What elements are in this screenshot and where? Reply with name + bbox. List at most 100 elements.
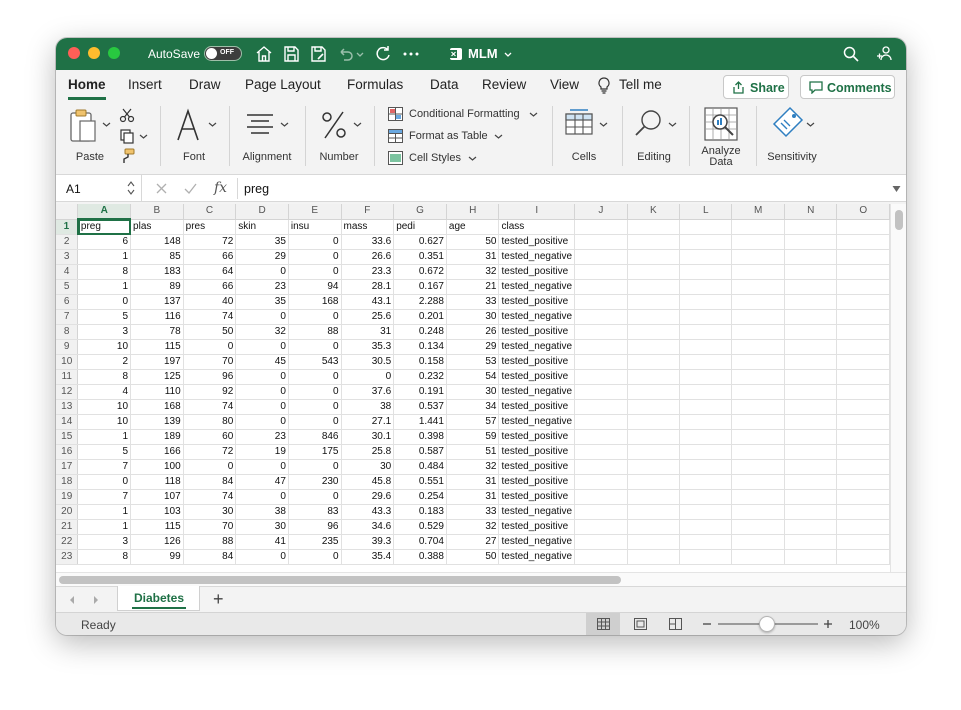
cell[interactable]: 88 <box>183 534 237 550</box>
cell[interactable]: 30 <box>341 459 395 475</box>
cell[interactable] <box>731 489 785 505</box>
cell[interactable] <box>679 339 733 355</box>
cell[interactable]: 0 <box>341 369 395 385</box>
cell[interactable]: 1 <box>77 519 132 535</box>
row-header[interactable]: 14 <box>56 414 79 430</box>
cell[interactable]: 30.5 <box>341 354 395 370</box>
cell[interactable]: 89 <box>130 279 184 295</box>
cell[interactable] <box>627 264 681 280</box>
cell[interactable] <box>679 309 733 325</box>
row-header[interactable]: 5 <box>56 279 79 295</box>
sensitivity-icon[interactable] <box>772 106 804 140</box>
cell[interactable]: 0.388 <box>393 549 447 565</box>
cell[interactable]: 38 <box>341 399 395 415</box>
cell[interactable]: 118 <box>130 474 184 490</box>
cell[interactable]: 32 <box>446 264 500 280</box>
row-header[interactable]: 20 <box>56 504 79 520</box>
cell[interactable]: 31 <box>446 249 500 265</box>
close-window-button[interactable] <box>68 47 80 59</box>
cell[interactable]: tested_negative <box>498 309 576 325</box>
cell[interactable]: 1.441 <box>393 414 447 430</box>
cell[interactable]: tested_positive <box>498 294 576 310</box>
cell[interactable]: 72 <box>183 234 237 250</box>
cell[interactable]: 30 <box>446 309 500 325</box>
cell[interactable] <box>679 504 733 520</box>
editing-dropdown-icon[interactable] <box>668 120 677 129</box>
cell[interactable]: 0 <box>288 234 342 250</box>
cell[interactable]: 0.537 <box>393 399 447 415</box>
cancel-entry-icon[interactable] <box>156 183 167 194</box>
font-dropdown-icon[interactable] <box>208 120 217 129</box>
cell[interactable]: 51 <box>446 444 500 460</box>
cell[interactable]: 74 <box>183 309 237 325</box>
cell[interactable]: tested_positive <box>498 324 576 340</box>
column-header-l[interactable]: L <box>679 204 733 220</box>
cell[interactable] <box>679 249 733 265</box>
cell[interactable] <box>574 459 628 475</box>
cell[interactable]: 115 <box>130 519 184 535</box>
cell[interactable] <box>627 294 681 310</box>
cell[interactable] <box>679 429 733 445</box>
cell[interactable]: 0 <box>235 399 289 415</box>
cell[interactable]: 74 <box>183 399 237 415</box>
cell[interactable] <box>627 399 681 415</box>
cell[interactable]: 34.6 <box>341 519 395 535</box>
cell[interactable]: 5 <box>77 444 132 460</box>
cell[interactable] <box>836 324 890 340</box>
cell[interactable]: 0.167 <box>393 279 447 295</box>
cell[interactable]: 0.248 <box>393 324 447 340</box>
cell[interactable]: 0 <box>235 339 289 355</box>
cell[interactable] <box>836 369 890 385</box>
cell[interactable] <box>627 339 681 355</box>
cell[interactable] <box>574 474 628 490</box>
cell[interactable]: 0.183 <box>393 504 447 520</box>
cell[interactable] <box>731 549 785 565</box>
row-header[interactable]: 7 <box>56 309 79 325</box>
cell[interactable] <box>627 549 681 565</box>
cell[interactable]: 30 <box>446 384 500 400</box>
zoom-slider-handle[interactable] <box>759 616 775 632</box>
cell[interactable] <box>574 339 628 355</box>
cell[interactable]: 45.8 <box>341 474 395 490</box>
column-header-m[interactable]: M <box>731 204 785 220</box>
cell[interactable] <box>574 294 628 310</box>
cell[interactable]: 0 <box>288 414 342 430</box>
cell[interactable]: 26 <box>446 324 500 340</box>
cell[interactable] <box>731 309 785 325</box>
cell[interactable]: 110 <box>130 384 184 400</box>
cell[interactable] <box>574 279 628 295</box>
cell[interactable]: 30 <box>183 504 237 520</box>
column-header-a[interactable]: A <box>77 204 132 220</box>
cell[interactable]: 29 <box>446 339 500 355</box>
cell[interactable]: 28.1 <box>341 279 395 295</box>
format-as-table-icon[interactable] <box>388 129 403 143</box>
cell[interactable] <box>784 474 838 490</box>
vertical-scroll-thumb[interactable] <box>895 210 903 230</box>
cell[interactable]: 3 <box>77 534 132 550</box>
row-header[interactable]: 19 <box>56 489 79 505</box>
cell[interactable] <box>679 474 733 490</box>
cell[interactable] <box>679 384 733 400</box>
home-icon[interactable] <box>254 44 274 64</box>
cell[interactable] <box>574 534 628 550</box>
cell[interactable]: 78 <box>130 324 184 340</box>
cell[interactable] <box>784 234 838 250</box>
insert-function-icon[interactable]: fx <box>214 180 227 196</box>
cell[interactable]: 25.8 <box>341 444 395 460</box>
cell[interactable]: 10 <box>77 399 132 415</box>
paste-icon[interactable] <box>68 108 98 144</box>
cell[interactable] <box>731 369 785 385</box>
sheet-tab-diabetes[interactable]: Diabetes <box>117 586 200 611</box>
row-header[interactable]: 16 <box>56 444 79 460</box>
cell[interactable]: 29.6 <box>341 489 395 505</box>
format-as-table-button[interactable]: Format as Table <box>409 130 488 142</box>
cell[interactable] <box>731 324 785 340</box>
cells-icon[interactable] <box>564 108 594 138</box>
cell[interactable] <box>784 399 838 415</box>
vertical-scrollbar[interactable] <box>890 204 906 572</box>
number-dropdown-icon[interactable] <box>353 120 362 129</box>
select-all-corner[interactable] <box>56 204 79 220</box>
horizontal-scroll-thumb[interactable] <box>59 576 621 584</box>
zoom-percent[interactable]: 100% <box>849 618 880 632</box>
cell[interactable]: tested_negative <box>498 504 576 520</box>
